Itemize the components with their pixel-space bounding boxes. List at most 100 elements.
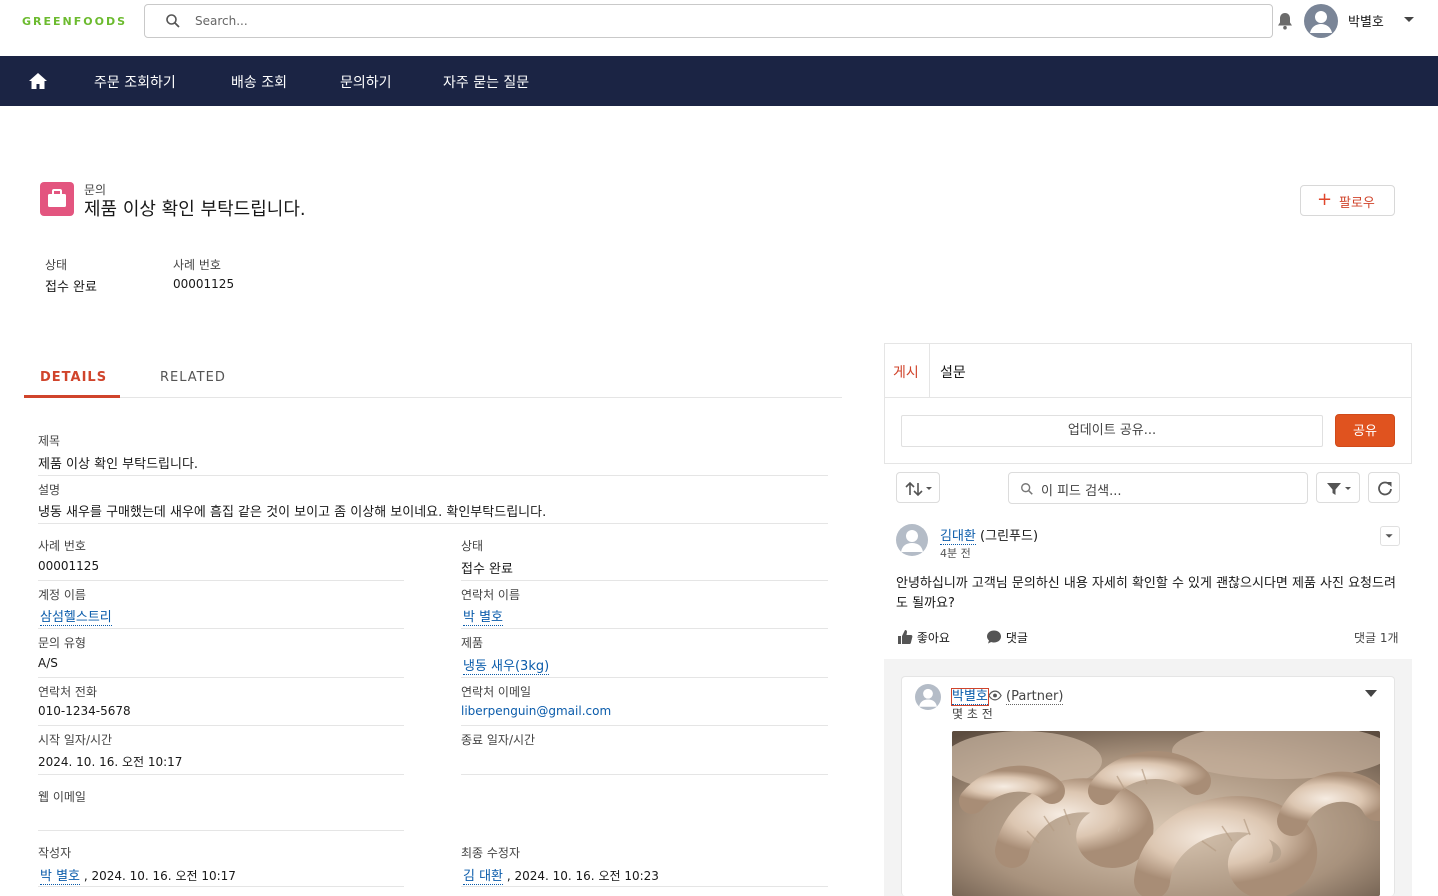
nav-item-inquiry[interactable]: 문의하기 xyxy=(340,72,392,92)
comment-header: 박별호 (Partner) xyxy=(951,685,1064,706)
field-value-phone: 010-1234-5678 xyxy=(38,704,131,718)
post-header: 김대환 (그린푸드) xyxy=(940,525,1039,545)
feed-tab-post[interactable]: 게시 xyxy=(893,362,919,382)
divider xyxy=(461,580,828,581)
chevron-down-icon xyxy=(1385,534,1393,538)
comment-author-avatar[interactable] xyxy=(915,684,941,710)
refresh-icon xyxy=(1378,481,1392,496)
chevron-down-icon[interactable] xyxy=(1403,16,1415,24)
divider xyxy=(461,725,828,726)
comment-author-link[interactable]: 박별호 xyxy=(951,688,989,706)
created-by-line: 박 별호 , 2024. 10. 16. 오전 10:17 xyxy=(40,865,236,885)
field-label-phone: 연락처 전화 xyxy=(38,685,98,699)
post-timestamp[interactable]: 4분 전 xyxy=(940,545,971,561)
global-search-box[interactable] xyxy=(144,4,1273,38)
post-author-avatar[interactable] xyxy=(896,524,928,556)
divider xyxy=(38,580,404,581)
modified-by-line: 김 대환 , 2024. 10. 16. 오전 10:23 xyxy=(463,865,659,885)
field-value-status: 접수 완료 xyxy=(461,562,513,577)
chevron-down-icon[interactable] xyxy=(1364,689,1378,699)
comment-author-role[interactable]: (Partner) xyxy=(1006,689,1064,705)
post-author-org: (그린푸드) xyxy=(980,529,1039,544)
page-title: 제품 이상 확인 부탁드립니다. xyxy=(84,199,306,220)
modified-by-link[interactable]: 김 대환 xyxy=(463,869,504,885)
divider xyxy=(461,886,828,887)
account-link[interactable]: 삼섬헬스트리 xyxy=(40,606,112,626)
feed-search-placeholder: 이 피드 검색... xyxy=(1041,484,1122,499)
nav-item-shipping[interactable]: 배송 조회 xyxy=(231,72,287,92)
divider xyxy=(461,628,828,629)
logo[interactable]: GREENFOODS xyxy=(22,15,127,28)
user-avatar[interactable] xyxy=(1304,4,1338,38)
divider xyxy=(38,774,404,775)
follow-button[interactable]: + 팔로우 xyxy=(1300,185,1395,216)
field-value-subject: 제품 이상 확인 부탁드립니다. xyxy=(38,457,199,472)
comment-button[interactable]: 댓글 xyxy=(986,629,1028,646)
field-label-contact: 연락처 이름 xyxy=(461,588,521,602)
user-icon xyxy=(1310,11,1332,33)
shrimp-image xyxy=(952,731,1380,896)
field-label-email: 연락처 이메일 xyxy=(461,685,532,699)
feed-tab-poll[interactable]: 설문 xyxy=(940,362,966,382)
divider xyxy=(38,725,404,726)
comment-count[interactable]: 댓글 1개 xyxy=(1354,629,1399,646)
field-label-subject: 제목 xyxy=(38,434,61,448)
post-body: 안녕하십니까 고객님 문의하신 내용 자세히 확인할 수 있게 괜찮으시다면 제… xyxy=(896,576,1396,611)
tabs-divider xyxy=(24,397,842,398)
user-icon xyxy=(901,530,923,552)
field-value-start-time: 2024. 10. 16. 오전 10:17 xyxy=(38,755,183,769)
divider xyxy=(38,886,404,887)
main-nav: 주문 조회하기 배송 조회 문의하기 자주 묻는 질문 xyxy=(0,56,1438,106)
field-label-description: 설명 xyxy=(38,483,61,497)
field-value-description: 냉동 새우를 구매했는데 새우에 흠집 같은 것이 보이고 좀 이상해 보이네요… xyxy=(38,505,547,520)
divider xyxy=(929,344,930,397)
top-header: GREENFOODS 박별호 xyxy=(0,0,1438,56)
sort-icon xyxy=(905,481,932,497)
highlight-case-number-label: 사례 번호 xyxy=(173,258,221,272)
field-label-start-time: 시작 일자/시간 xyxy=(38,733,113,747)
field-label-end-time: 종료 일자/시간 xyxy=(461,733,536,747)
like-button[interactable]: 좋아요 xyxy=(897,629,950,646)
highlight-status-label: 상태 xyxy=(45,258,68,272)
plus-icon: + xyxy=(1317,189,1333,210)
nav-item-order-lookup[interactable]: 주문 조회하기 xyxy=(94,72,176,92)
divider xyxy=(38,475,828,476)
case-icon xyxy=(40,182,74,216)
thumbs-up-icon xyxy=(898,630,913,644)
share-button[interactable]: 공유 xyxy=(1335,414,1395,447)
filter-icon xyxy=(1327,483,1351,495)
share-update-input[interactable]: 업데이트 공유... xyxy=(901,415,1323,447)
refresh-button[interactable] xyxy=(1368,472,1400,503)
sort-button[interactable] xyxy=(896,472,940,503)
field-label-status: 상태 xyxy=(461,539,484,553)
search-icon xyxy=(166,14,180,28)
email-link[interactable]: liberpenguin@gmail.com xyxy=(461,704,611,718)
active-tab-indicator xyxy=(24,395,120,398)
search-icon xyxy=(1021,483,1033,495)
field-value-case-number: 00001125 xyxy=(38,559,100,573)
comment-timestamp[interactable]: 몇 초 전 xyxy=(952,705,993,722)
divider xyxy=(885,397,1411,398)
eye-icon xyxy=(988,690,1002,701)
field-label-modified-by: 최종 수정자 xyxy=(461,846,521,860)
tab-details[interactable]: DETAILS xyxy=(40,370,107,385)
feed-search-box[interactable]: 이 피드 검색... xyxy=(1008,472,1308,504)
global-search-input[interactable] xyxy=(195,12,1255,30)
post-actions-menu[interactable] xyxy=(1380,526,1400,546)
divider xyxy=(461,677,828,678)
field-label-case-number: 사례 번호 xyxy=(38,539,86,553)
highlight-case-number-value: 00001125 xyxy=(173,277,235,291)
filter-button[interactable] xyxy=(1316,472,1360,503)
field-value-inquiry-type: A/S xyxy=(38,656,58,670)
contact-link[interactable]: 박 별호 xyxy=(463,606,504,626)
attached-photo-shrimp[interactable] xyxy=(952,731,1380,896)
nav-item-faq[interactable]: 자주 묻는 질문 xyxy=(443,72,529,92)
user-name[interactable]: 박별호 xyxy=(1348,11,1384,30)
created-by-link[interactable]: 박 별호 xyxy=(40,869,81,885)
home-icon[interactable] xyxy=(28,72,48,90)
post-author-link[interactable]: 김대환 xyxy=(940,529,976,545)
tab-related[interactable]: RELATED xyxy=(160,370,226,385)
comment-icon xyxy=(987,630,1001,644)
product-link[interactable]: 냉동 새우(3kg) xyxy=(463,655,550,675)
notification-bell-icon[interactable] xyxy=(1275,11,1295,31)
